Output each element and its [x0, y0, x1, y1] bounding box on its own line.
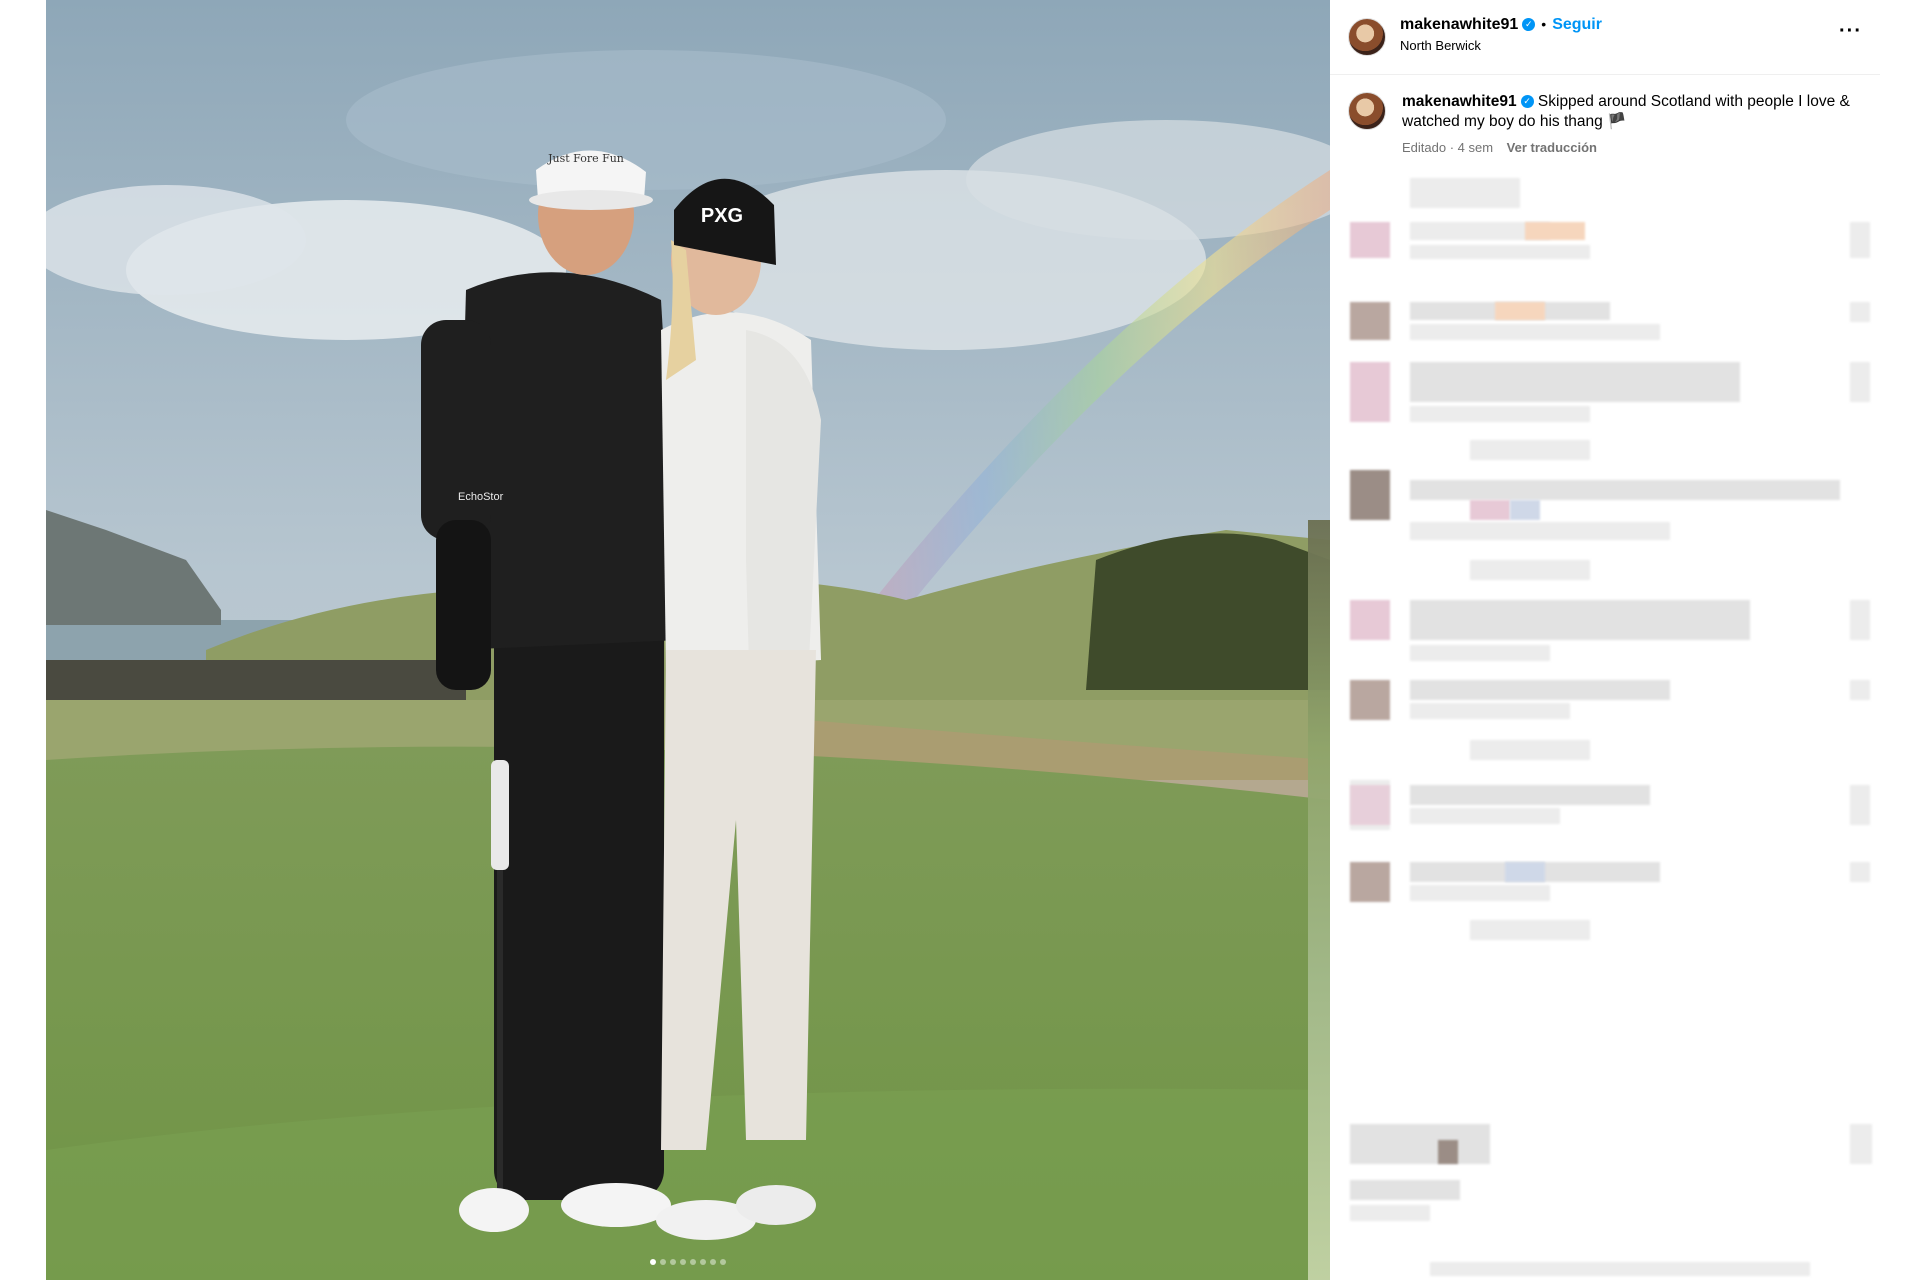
obscured-block	[1410, 480, 1840, 500]
obscured-block	[1410, 703, 1570, 719]
post-header: makenawhite91 ✓ • Seguir North Berwick ···	[1330, 0, 1880, 75]
caption-author-avatar[interactable]	[1348, 92, 1386, 130]
carousel-indicator	[46, 1252, 1330, 1270]
obscured-block	[1350, 302, 1390, 340]
obscured-block	[1410, 600, 1750, 640]
more-options-icon[interactable]: ···	[1839, 20, 1862, 43]
caption-meta: Editado · 4 sem Ver traducción	[1402, 140, 1860, 155]
carousel-dot[interactable]	[650, 1259, 656, 1265]
obscured-block	[1495, 302, 1545, 320]
obscured-block	[1505, 862, 1545, 882]
obscured-block	[1850, 862, 1870, 882]
obscured-block	[1350, 680, 1390, 720]
obscured-block	[1470, 440, 1590, 460]
obscured-block	[1350, 1205, 1430, 1221]
separator-dot: •	[1541, 16, 1547, 32]
obscured-block	[1350, 1124, 1490, 1164]
obscured-block	[1350, 222, 1390, 258]
author-avatar[interactable]	[1348, 18, 1386, 56]
obscured-block	[1525, 222, 1585, 240]
obscured-block	[1850, 680, 1870, 700]
obscured-block	[1410, 406, 1590, 422]
obscured-block	[1850, 302, 1870, 322]
carousel-dot[interactable]	[670, 1259, 676, 1265]
post-image[interactable]: Just Fore Fun EchoStor PXG	[46, 0, 1330, 1280]
obscured-block	[1410, 885, 1550, 901]
post-location[interactable]: North Berwick	[1400, 38, 1481, 53]
obscured-block	[1410, 178, 1520, 208]
obscured-block	[1850, 785, 1870, 825]
verified-badge-icon: ✓	[1522, 18, 1536, 32]
obscured-block	[1430, 1262, 1810, 1276]
obscured-block	[1850, 1124, 1872, 1164]
obscured-block	[1410, 808, 1560, 824]
carousel-dot[interactable]	[690, 1259, 696, 1265]
photo-scene: Just Fore Fun EchoStor PXG	[46, 0, 1330, 1280]
obscured-block	[1510, 500, 1540, 520]
verified-badge-icon: ✓	[1520, 95, 1534, 109]
caption-username[interactable]: makenawhite91	[1402, 93, 1517, 110]
obscured-block	[1350, 470, 1390, 520]
obscured-block	[1410, 645, 1550, 661]
carousel-dot[interactable]	[680, 1259, 686, 1265]
obscured-block	[1470, 500, 1510, 520]
author-username[interactable]: makenawhite91	[1400, 16, 1518, 33]
obscured-block	[1850, 222, 1870, 258]
carousel-dot[interactable]	[660, 1259, 666, 1265]
obscured-block	[1470, 560, 1590, 580]
post-caption: makenawhite91 ✓ Skipped around Scotland w…	[1348, 92, 1860, 155]
obscured-block	[1410, 785, 1650, 805]
obscured-block	[1350, 362, 1390, 422]
obscured-block	[1410, 324, 1660, 340]
follow-button[interactable]: Seguir	[1552, 16, 1602, 33]
obscured-block	[1410, 362, 1740, 402]
obscured-block	[1438, 1140, 1458, 1164]
author-line: makenawhite91 ✓ • Seguir	[1400, 16, 1602, 34]
obscured-block	[1410, 680, 1670, 700]
obscured-block	[1350, 862, 1390, 902]
obscured-block	[1850, 600, 1870, 640]
obscured-block	[1470, 920, 1590, 940]
translate-link[interactable]: Ver traducción	[1507, 140, 1597, 155]
caption-text-block: makenawhite91 ✓ Skipped around Scotland w…	[1402, 92, 1860, 132]
carousel-dot[interactable]	[710, 1259, 716, 1265]
post-details-panel: makenawhite91 ✓ • Seguir North Berwick ··· …	[1330, 0, 1880, 1280]
obscured-block	[1350, 1180, 1460, 1200]
obscured-block	[1470, 740, 1590, 760]
carousel-dot[interactable]	[700, 1259, 706, 1265]
sleeve-logo-text: EchoStor	[458, 491, 504, 503]
obscured-block	[1410, 245, 1590, 259]
obscured-block	[1850, 362, 1870, 402]
cap-logo-text: Just Fore Fun	[547, 152, 624, 165]
pixelated-edge	[1308, 520, 1330, 1280]
carousel-dot[interactable]	[720, 1259, 726, 1265]
obscured-block	[1410, 522, 1670, 540]
obscured-block	[1350, 785, 1390, 825]
edited-timestamp: Editado · 4 sem	[1402, 140, 1494, 155]
beanie-logo-text: PXG	[701, 205, 743, 227]
obscured-block	[1350, 600, 1390, 640]
